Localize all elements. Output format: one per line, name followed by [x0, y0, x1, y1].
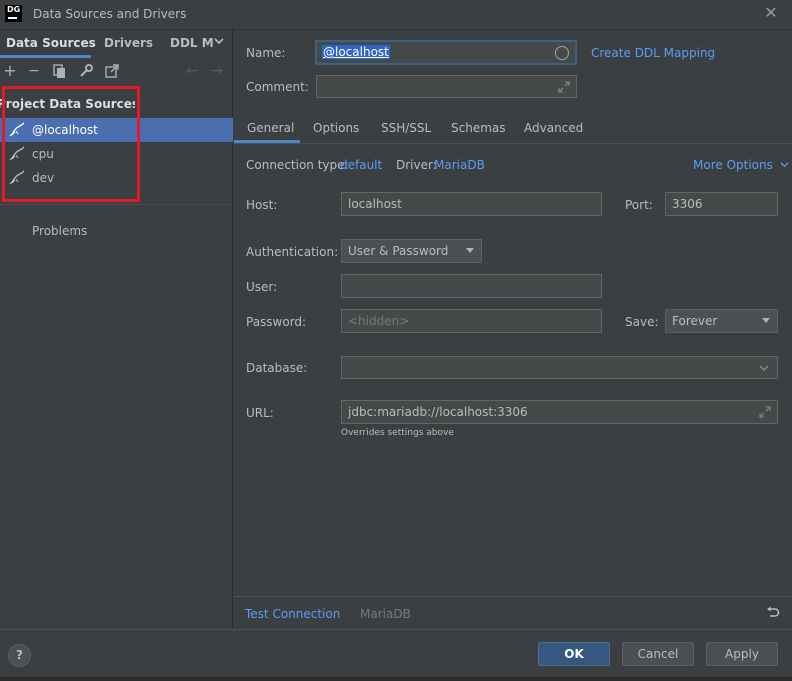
port-label: Port: — [625, 198, 653, 212]
comment-input[interactable] — [316, 75, 577, 98]
active-tab-indicator — [0, 55, 91, 58]
add-icon[interactable]: + — [2, 63, 18, 79]
chevron-down-icon — [780, 162, 789, 168]
remove-icon[interactable]: − — [26, 63, 42, 79]
driver-label: Driver: — [396, 158, 437, 172]
host-input[interactable]: localhost — [341, 192, 602, 216]
comment-label: Comment: — [246, 80, 309, 94]
connection-type-label: Connection type: — [246, 158, 349, 172]
wrench-icon[interactable] — [78, 63, 94, 79]
authentication-label: Authentication: — [246, 245, 339, 259]
save-label: Save: — [625, 315, 659, 329]
left-panel: Data Sources Drivers DDL M + − ← → Proje… — [0, 30, 233, 629]
tab-data-sources[interactable]: Data Sources — [6, 36, 96, 50]
app-logo-text: DG — [7, 5, 21, 14]
url-label: URL: — [246, 406, 274, 420]
duplicate-icon[interactable] — [52, 63, 68, 79]
help-button[interactable]: ? — [8, 644, 31, 667]
tabs-overflow-chevron-icon[interactable] — [213, 35, 225, 47]
url-hint: Overrides settings above — [341, 428, 454, 438]
tab-ssh-ssl[interactable]: SSH/SSL — [381, 121, 431, 135]
name-input[interactable]: @localhost — [315, 40, 577, 65]
tab-drivers[interactable]: Drivers — [104, 36, 153, 50]
dropdown-arrow-icon — [466, 248, 474, 253]
authentication-value: User & Password — [348, 244, 449, 258]
password-label: Password: — [246, 315, 307, 329]
more-options-link[interactable]: More Options — [693, 158, 789, 172]
port-input[interactable]: 3306 — [665, 192, 778, 216]
authentication-select[interactable]: User & Password — [341, 239, 482, 263]
url-value: jdbc:mariadb://localhost:3306 — [348, 405, 528, 419]
url-input[interactable]: jdbc:mariadb://localhost:3306 — [341, 400, 778, 424]
dialog-footer: ? OK Cancel Apply — [0, 629, 792, 681]
title-bar: DG Data Sources and Drivers ✕ — [0, 0, 792, 30]
tab-options[interactable]: Options — [313, 121, 359, 135]
driver-link[interactable]: MariaDB — [434, 158, 485, 172]
driver-name-text: MariaDB — [360, 607, 411, 621]
name-input-value: @localhost — [322, 45, 390, 59]
expand-icon[interactable] — [759, 406, 771, 418]
cancel-button[interactable]: Cancel — [622, 642, 694, 666]
expand-icon[interactable] — [558, 81, 570, 93]
settings-tab-bar: General Options SSH/SSL Schemas Advanced — [234, 114, 792, 144]
user-label: User: — [246, 280, 278, 294]
forward-arrow-icon[interactable]: → — [209, 63, 225, 79]
database-input[interactable] — [341, 356, 778, 379]
ok-button[interactable]: OK — [538, 642, 610, 666]
create-ddl-mapping-link[interactable]: Create DDL Mapping — [591, 46, 715, 60]
tab-schemas[interactable]: Schemas — [451, 121, 506, 135]
host-label: Host: — [246, 198, 278, 212]
close-icon[interactable]: ✕ — [762, 4, 780, 22]
connection-type-link[interactable]: default — [340, 158, 382, 172]
apply-button[interactable]: Apply — [706, 642, 778, 666]
connection-settings-panel: Name: @localhost Create DDL Mapping Comm… — [234, 30, 792, 629]
revert-icon[interactable] — [766, 606, 780, 620]
tab-ddl-mappings[interactable]: DDL M — [170, 36, 214, 50]
password-input[interactable]: <hidden> — [341, 309, 602, 333]
left-tab-bar: Data Sources Drivers DDL M — [0, 30, 233, 58]
color-circle-icon[interactable] — [555, 46, 569, 60]
save-value: Forever — [672, 314, 718, 328]
active-tab-indicator — [234, 140, 300, 143]
window-title: Data Sources and Drivers — [33, 7, 187, 21]
back-arrow-icon[interactable]: ← — [184, 63, 200, 79]
more-options-label: More Options — [693, 158, 773, 172]
problems-item[interactable]: Problems — [32, 224, 87, 238]
app-logo-icon: DG — [5, 5, 22, 22]
left-toolbar: + − ← → — [0, 60, 233, 84]
tab-general[interactable]: General — [247, 121, 294, 135]
name-label: Name: — [246, 46, 286, 60]
user-input[interactable] — [341, 274, 602, 298]
bottom-edge — [0, 677, 792, 681]
save-select[interactable]: Forever — [665, 309, 778, 333]
left-divider — [0, 204, 233, 205]
bottom-strip: Test Connection MariaDB — [234, 596, 792, 629]
tab-advanced[interactable]: Advanced — [524, 121, 583, 135]
chevron-down-icon[interactable] — [759, 363, 769, 373]
dropdown-arrow-icon — [762, 318, 770, 323]
open-external-icon[interactable] — [104, 63, 120, 79]
test-connection-link[interactable]: Test Connection — [245, 607, 340, 621]
database-label: Database: — [246, 361, 308, 375]
highlight-annotation-box — [2, 86, 140, 202]
